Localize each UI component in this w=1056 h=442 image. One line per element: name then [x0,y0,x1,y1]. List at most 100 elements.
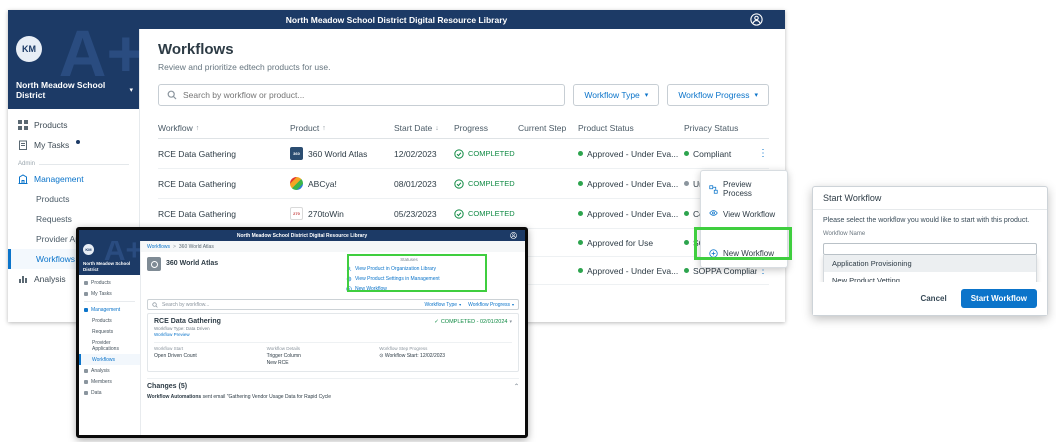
chevron-down-icon: ▾ [129,86,133,94]
chart-icon [18,274,28,284]
chevron-down-icon: ▾ [459,302,461,307]
check-circle-icon [454,179,464,189]
workflow-start-value: ⊙ Workflow Start: 12/02/2023 [379,353,512,360]
column-header-progress[interactable]: Progress [454,123,518,133]
eye-icon [709,210,718,219]
clock-icon: ⊙ [379,353,383,359]
sidebar-item-requests[interactable]: Requests [8,209,139,229]
start-date-cell: 08/01/2023 [394,179,454,189]
globe-icon [151,261,158,268]
sidebar-item-management-products[interactable]: Products [8,189,139,209]
search-icon [167,90,177,100]
workflow-progress-filter[interactable]: Workflow Progress▾ [468,302,514,308]
sidebar-menu: Products My Tasks Management Products Re… [79,275,140,398]
column-header-product-status[interactable]: Product Status [578,123,684,133]
product-status-cell: Approved - Under Eva... [578,209,684,219]
menu-item-view-workflow[interactable]: View Workflow [701,204,787,225]
workflow-status-badge[interactable]: ✓ COMPLETED - 02/01/2024 ▾ [434,319,512,325]
sidebar-item-members[interactable]: Members [79,376,140,387]
sidebar-item-label: Analysis [34,274,66,284]
search-icon [152,302,158,308]
workflow-type-line: Workflow Type: Data Driven [154,326,512,331]
sidebar-item-data[interactable]: Data [79,387,140,398]
row-actions-button[interactable]: ⋮ [757,148,769,159]
sidebar-item-label: My Tasks [34,140,69,150]
column-header-product[interactable]: Product↑ [290,123,394,133]
breadcrumb-separator: > [173,244,176,250]
org-selector[interactable]: North Meadow School District ▾ [16,80,133,101]
sidebar-item-products[interactable]: Products [8,115,139,135]
annotation-highlight-new-workflow [694,227,792,260]
breadcrumb-workflows-link[interactable]: Workflows [147,244,170,250]
table-row[interactable]: RCE Data Gathering ABCya! 08/01/2023 COM… [158,169,769,199]
notification-dot [76,140,80,144]
search-placeholder: Search by workflow... [162,302,209,308]
column-header-current-step[interactable]: Current Step [518,123,578,133]
grid-icon [84,281,88,285]
progress-cell: COMPLETED [454,209,518,219]
workflow-name-label: Workflow Name [823,231,1037,237]
workflow-type-filter[interactable]: Workflow Type▾ [424,302,461,308]
workflow-progress-filter[interactable]: Workflow Progress ▾ [667,84,769,106]
workflow-progress-filter-label: Workflow Progress [678,90,749,100]
change-entry: Workflow Automations sent email "Gatheri… [147,394,519,400]
sidebar-item-workflows[interactable]: Workflows [79,354,140,365]
column-header-privacy-status[interactable]: Privacy Status [684,123,757,133]
start-workflow-button[interactable]: Start Workflow [961,289,1037,308]
workflow-cell: RCE Data Gathering [158,149,290,159]
sidebar-item-management-products[interactable]: Products [79,315,140,326]
org-name[interactable]: North Meadow School District [83,261,137,272]
app-header: North Meadow School District Digital Res… [79,230,525,241]
modal-footer: Cancel Start Workflow [813,282,1047,315]
sidebar-item-label: Management [34,174,84,184]
cancel-button[interactable]: Cancel [920,294,946,303]
column-header-workflow[interactable]: Workflow↑ [158,123,290,133]
status-dot [684,240,689,245]
sidebar-item-label: Products [34,120,68,130]
product-logo [147,257,161,271]
sidebar-item-my-tasks[interactable]: My Tasks [8,135,139,155]
changes-header[interactable]: Changes (5) ⌃ [147,383,519,390]
table-row[interactable]: RCE Data Gathering 360 360 World Atlas 1… [158,139,769,169]
check-circle-icon [454,149,464,159]
product-name: 360 World Atlas [308,149,367,159]
workflow-type-filter-label: Workflow Type [584,90,639,100]
people-icon [84,380,88,384]
privacy-status-cell: Compliant [684,149,757,159]
sidebar-item-management[interactable]: Management [8,169,139,189]
workflow-name-input[interactable] [823,243,1037,255]
status-dot [578,240,583,245]
status-dot [578,181,583,186]
workflow-preview-link[interactable]: Workflow Preview [154,332,512,337]
sidebar-item-my-tasks[interactable]: My Tasks [79,288,140,299]
user-account-icon[interactable] [750,13,763,26]
menu-item-preview-process[interactable]: Preview Process [701,174,787,204]
user-account-icon[interactable] [510,232,517,239]
sidebar-item-requests[interactable]: Requests [79,326,140,337]
column-header-start-date[interactable]: Start Date↓ [394,123,454,133]
tasks-icon [18,140,28,150]
sidebar-item-analysis[interactable]: Analysis [79,365,140,376]
workflow-detail-columns: Workflow Start Open Driven Count Workflo… [154,342,512,367]
search-input[interactable] [183,90,556,100]
tasks-icon [84,292,88,296]
workflow-start-column: Workflow Start Open Driven Count [154,346,265,367]
sidebar-item-management[interactable]: Management [79,304,140,315]
workflow-details-column: Workflow Details Trigger Column New RCE [267,346,378,367]
workflow-step-progress-column: Workflow Step Progress ⊙ Workflow Start:… [379,346,512,367]
modal-title: Start Workflow [813,187,1047,210]
org-avatar[interactable]: KM [16,36,42,62]
product-cell: ABCya! [290,177,394,190]
dropdown-option-application-provisioning[interactable]: Application Provisioning [824,255,1036,272]
org-avatar[interactable]: KM [83,244,94,255]
workflow-type-filter[interactable]: Workflow Type ▾ [573,84,659,106]
database-icon [84,391,88,395]
changes-section: Changes (5) ⌃ Workflow Automations sent … [147,378,519,400]
sidebar-item-products[interactable]: Products [79,277,140,288]
table-row[interactable]: RCE Data Gathering 270 270toWin 05/23/20… [158,199,769,229]
chevron-down-icon: ▾ [509,319,512,325]
sidebar-item-provider-applications[interactable]: Provider Applications [79,337,140,354]
filters: Workflow Type▾ Workflow Progress▾ [424,302,514,308]
search-box[interactable]: Search by workflow... Workflow Type▾ Wor… [147,299,519,310]
breadcrumb-current: 360 World Atlas [179,244,214,250]
